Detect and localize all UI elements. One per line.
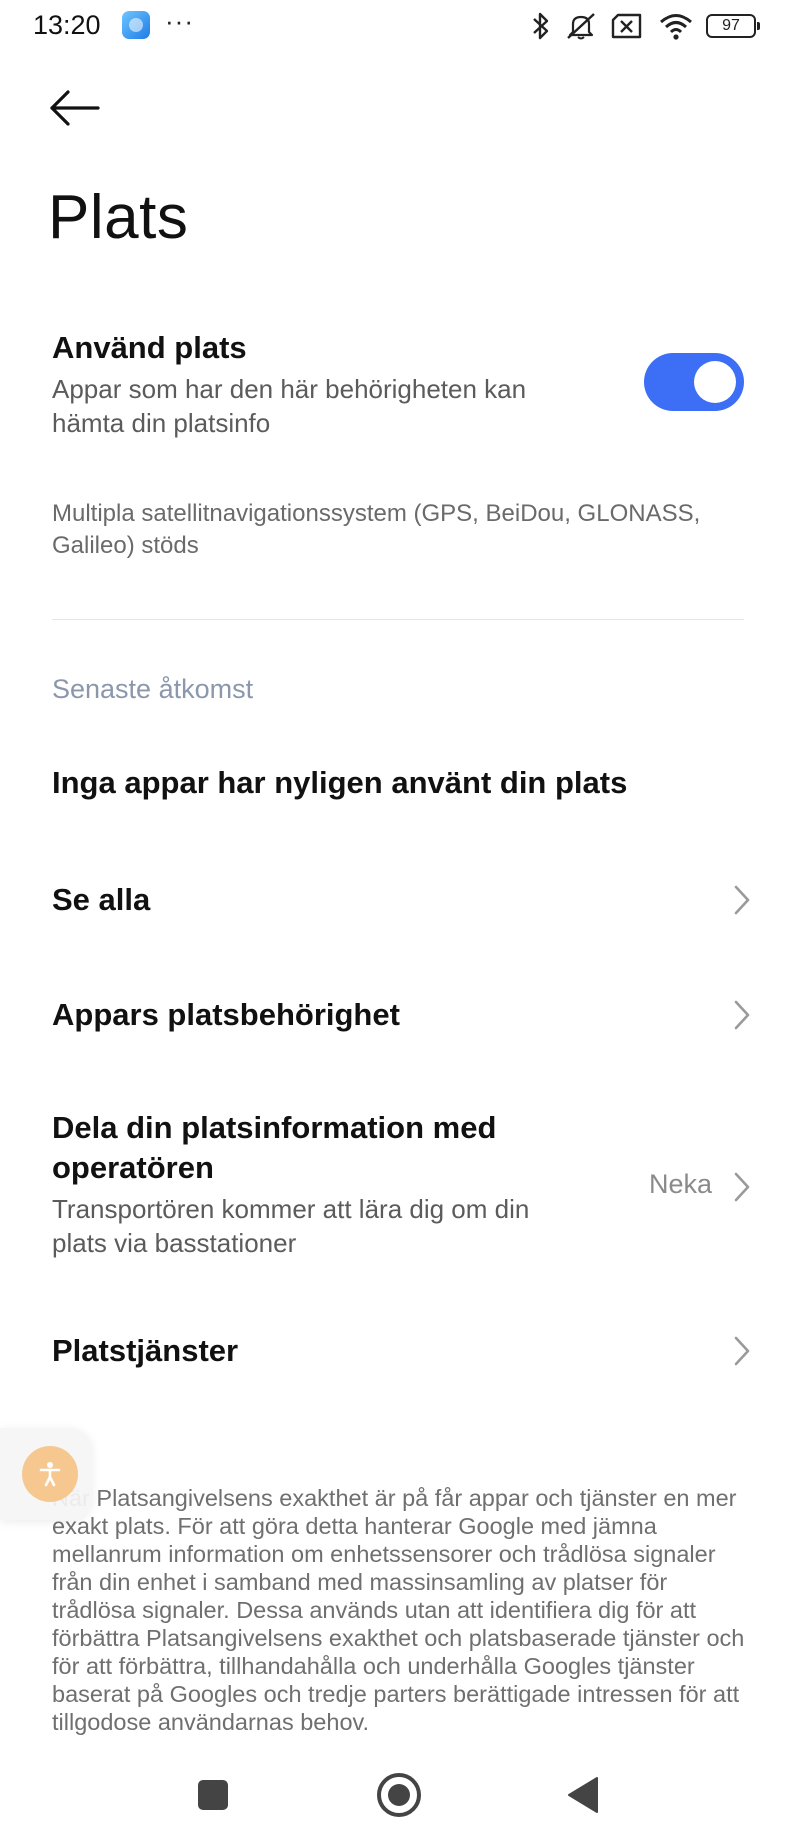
location-accuracy-footer-text: När Platsangivelsens exakthet är på får … [52,1485,745,1735]
mute-icon [567,13,595,40]
back-nav-button[interactable] [548,1760,618,1830]
gnss-info-text: Multipla satellitnavigationssystem (GPS,… [52,500,701,559]
home-circle-icon [377,1773,421,1817]
status-bar: 13:20 ··· 97 [0,0,800,52]
use-location-toggle[interactable] [644,353,744,411]
location-services-title: Platstjänster [52,1333,239,1368]
back-button[interactable] [48,86,104,130]
toggle-knob [694,361,736,403]
use-location-subtitle: Appar som har den här behörigheten kan h… [52,374,527,438]
page-title: Plats [48,183,189,252]
accessibility-icon [22,1446,78,1502]
share-with-operator-row[interactable]: Dela din platsinformation med operatören… [52,1108,752,1260]
chevron-right-icon [734,885,750,915]
share-with-operator-subtitle: Transportören kommer att lära dig om din… [52,1194,530,1258]
home-button[interactable] [364,1760,434,1830]
app-location-permission-title: Appars platsbehörighet [52,997,400,1032]
wifi-icon [660,14,692,40]
app-location-permission-row[interactable]: Appars platsbehörighet [52,995,752,1035]
accessibility-floating-button[interactable] [0,1428,92,1520]
chevron-right-icon [734,1000,750,1030]
no-recent-apps-text: Inga appar har nyligen använt din plats [52,765,628,800]
system-navigation-bar [0,1760,800,1830]
more-notifications-icon: ··· [165,6,194,36]
see-all-title: Se alla [52,882,151,917]
battery-icon: 97 [706,14,760,38]
share-with-operator-value: Neka [648,1169,712,1199]
battery-level: 97 [722,17,740,34]
bluetooth-icon [533,12,549,40]
notification-app-icon [122,11,150,39]
chevron-right-icon [734,1336,750,1366]
arrow-left-icon [50,90,100,126]
recent-access-header: Senaste åtkomst [52,674,254,704]
square-icon [198,1780,228,1810]
share-with-operator-title: Dela din platsinformation med operatören [52,1110,497,1185]
recents-button[interactable] [178,1760,248,1830]
see-all-row[interactable]: Se alla [52,880,752,920]
use-location-title: Använd plats [52,330,247,365]
triangle-back-icon [568,1777,598,1813]
use-location-row[interactable]: Använd plats Appar som har den här behör… [52,328,600,440]
chevron-right-icon [734,1172,750,1202]
status-time: 13:20 [33,10,101,40]
no-sim-icon [611,13,642,39]
divider [52,619,744,620]
location-services-row[interactable]: Platstjänster [52,1331,752,1371]
status-icons: 97 [530,8,760,44]
